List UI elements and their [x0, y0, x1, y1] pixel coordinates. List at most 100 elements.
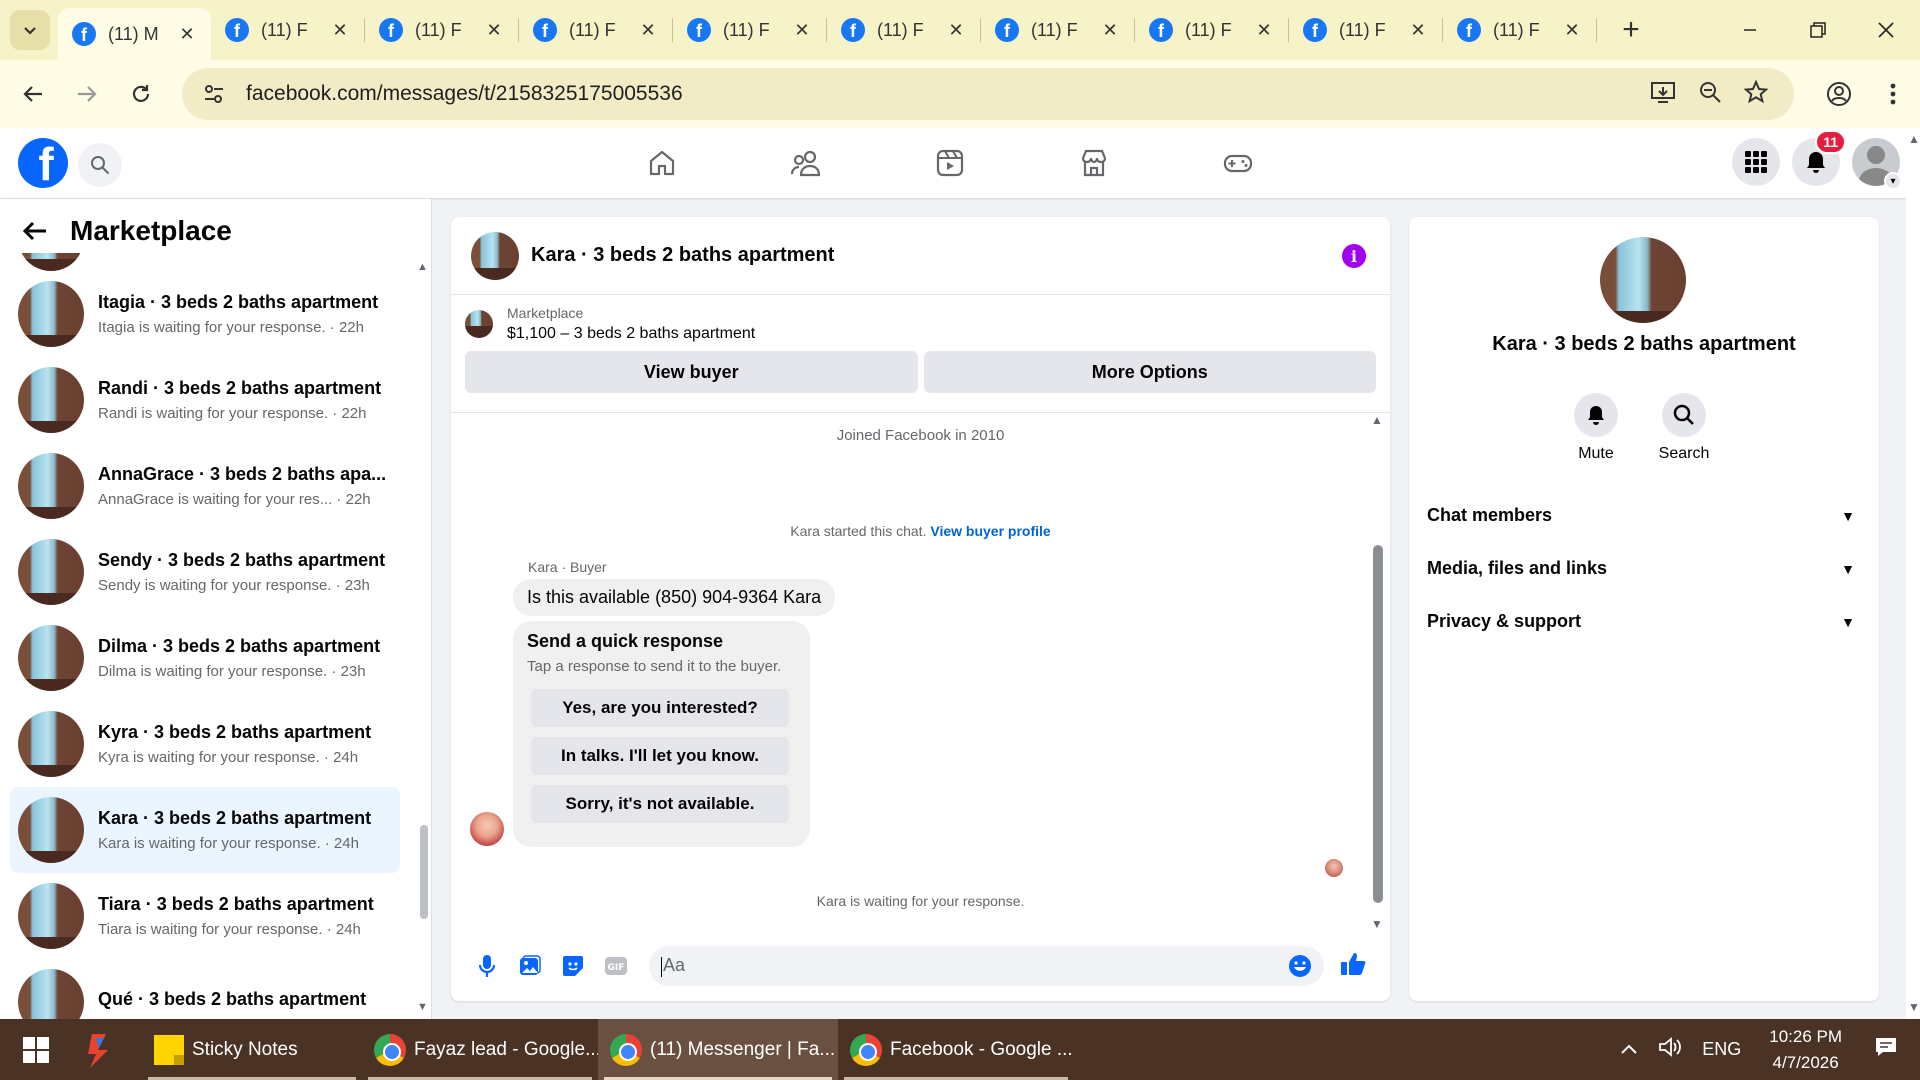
sender-avatar[interactable] — [470, 812, 504, 846]
zoom-icon[interactable] — [1698, 80, 1722, 109]
conversation-item[interactable]: Randi · 3 beds 2 baths apartment Randi i… — [10, 357, 400, 443]
view-buyer-button[interactable]: View buyer — [465, 351, 918, 393]
new-tab-button[interactable]: + — [1613, 13, 1649, 47]
chat-scrollbar[interactable]: ▲ ▼ — [1370, 413, 1384, 937]
like-button[interactable] — [1340, 951, 1366, 982]
browser-tab[interactable]: f (11) F ✕ — [519, 0, 672, 60]
close-icon[interactable]: ✕ — [792, 20, 812, 41]
nav-home[interactable] — [590, 128, 734, 198]
close-icon[interactable]: ✕ — [1562, 20, 1582, 41]
scroll-up-arrow-icon[interactable]: ▲ — [1371, 413, 1383, 427]
taskbar-sticky-notes[interactable]: Sticky Notes — [142, 1019, 362, 1080]
conversation-item[interactable]: Qué · 3 beds 2 baths apartment — [10, 959, 400, 1019]
profile-icon[interactable] — [1812, 81, 1866, 107]
close-icon[interactable]: ✕ — [1254, 20, 1274, 41]
mute-button[interactable]: Mute — [1574, 393, 1618, 463]
back-arrow-icon[interactable] — [22, 220, 48, 242]
conversation-item[interactable]: Kyra · 3 beds 2 baths apartment Kyra is … — [10, 701, 400, 787]
scroll-down-arrow-icon[interactable]: ▼ — [417, 1001, 428, 1013]
browser-tab-messenger[interactable]: f (11) M ✕ — [58, 8, 211, 60]
pinned-app[interactable] — [72, 1019, 126, 1080]
sidebar-scrollbar[interactable]: ▲ ▼ — [417, 259, 429, 1019]
quick-reply-button[interactable]: Yes, are you interested? — [531, 689, 789, 727]
notification-center-icon[interactable] — [1860, 1036, 1920, 1063]
section-media-files-links[interactable]: Media, files and links ▼ — [1409, 542, 1879, 595]
scrollbar-thumb[interactable] — [420, 825, 428, 919]
conversation-item[interactable]: Itagia · 3 beds 2 baths apartment Itagia… — [10, 271, 400, 357]
nav-gaming[interactable] — [1166, 128, 1310, 198]
scroll-up-arrow-icon[interactable]: ▲ — [417, 261, 428, 273]
speaker-icon[interactable] — [1648, 1036, 1692, 1063]
conversation-item-selected[interactable]: Kara · 3 beds 2 baths apartment Kara is … — [10, 787, 400, 873]
listing-small-thumbnail[interactable] — [465, 310, 493, 338]
close-icon[interactable]: ✕ — [484, 20, 504, 41]
close-icon[interactable]: ✕ — [638, 20, 658, 41]
close-icon[interactable]: ✕ — [1100, 20, 1120, 41]
taskbar-chrome-window-active[interactable]: (11) Messenger | Fa... — [598, 1019, 838, 1080]
reload-button[interactable] — [114, 67, 168, 121]
info-icon[interactable]: i — [1342, 244, 1366, 268]
browser-tab[interactable]: f (11) F ✕ — [827, 0, 980, 60]
browser-tab[interactable]: f (11) F ✕ — [673, 0, 826, 60]
section-chat-members[interactable]: Chat members ▼ — [1409, 489, 1879, 542]
close-icon[interactable]: ✕ — [177, 24, 197, 45]
minimize-button[interactable] — [1716, 0, 1784, 60]
url-text[interactable]: facebook.com/messages/t/2158325175005536 — [246, 82, 1650, 106]
menu-grid-button[interactable] — [1732, 138, 1780, 186]
emoji-icon[interactable] — [1288, 954, 1312, 978]
close-icon[interactable]: ✕ — [946, 20, 966, 41]
quick-reply-button[interactable]: Sorry, it's not available. — [531, 785, 789, 823]
taskbar-chrome-window[interactable]: Facebook - Google ... — [838, 1019, 1074, 1080]
chevron-down-icon[interactable]: ▾ — [1884, 172, 1902, 190]
browser-tab[interactable]: f (11) F ✕ — [1443, 0, 1596, 60]
scroll-down-arrow-icon[interactable]: ▼ — [1371, 917, 1383, 931]
start-button[interactable] — [0, 1019, 72, 1080]
scroll-up-arrow-icon[interactable]: ▲ — [1908, 132, 1920, 146]
bookmark-star-icon[interactable] — [1743, 78, 1769, 109]
page-scrollbar[interactable]: ▲ ▼ — [1906, 128, 1920, 1019]
close-icon[interactable]: ✕ — [330, 20, 350, 41]
notifications-button[interactable]: 11 — [1792, 130, 1846, 186]
facebook-search-button[interactable] — [78, 143, 122, 187]
gif-button[interactable]: GIF — [594, 956, 637, 976]
forward-button[interactable] — [60, 67, 114, 121]
scroll-down-arrow-icon[interactable]: ▼ — [1908, 1000, 1920, 1014]
language-indicator[interactable]: ENG — [1692, 1039, 1751, 1060]
conversation-item[interactable]: Sendy · 3 beds 2 baths apartment Sendy i… — [10, 529, 400, 615]
conversation-item[interactable]: Tiara · 3 beds 2 baths apartment Tiara i… — [10, 873, 400, 959]
chevron-up-icon[interactable] — [1610, 1039, 1648, 1060]
sticker-button[interactable] — [551, 955, 594, 977]
browser-tab[interactable]: f (11) F ✕ — [1135, 0, 1288, 60]
more-options-button[interactable]: More Options — [923, 351, 1376, 393]
nav-marketplace[interactable] — [1022, 128, 1166, 198]
close-window-button[interactable] — [1852, 0, 1920, 60]
conversation-item[interactable]: Dilma · 3 beds 2 baths apartment Dilma i… — [10, 615, 400, 701]
tab-search-button[interactable] — [10, 10, 50, 50]
conversation-item[interactable]: AnnaGrace · 3 beds 2 baths apa... AnnaGr… — [10, 443, 400, 529]
chat-listing-thumbnail[interactable] — [471, 231, 519, 280]
nav-friends[interactable] — [734, 128, 878, 198]
browser-tab[interactable]: f (11) F ✕ — [365, 0, 518, 60]
listing-price[interactable]: $1,100 – 3 beds 2 baths apartment — [507, 325, 755, 343]
chat-title[interactable]: Kara · 3 beds 2 baths apartment — [531, 244, 834, 267]
back-button[interactable] — [6, 67, 60, 121]
voice-clip-button[interactable] — [465, 954, 508, 978]
quick-reply-button[interactable]: In talks. I'll let you know. — [531, 737, 789, 775]
address-bar[interactable]: facebook.com/messages/t/2158325175005536 — [182, 68, 1794, 120]
browser-tab[interactable]: f (11) F ✕ — [1289, 0, 1442, 60]
browser-tab[interactable]: f (11) F ✕ — [981, 0, 1134, 60]
nav-video[interactable] — [878, 128, 1022, 198]
restore-button[interactable] — [1784, 0, 1852, 60]
site-info-button[interactable] — [190, 83, 238, 105]
info-listing-thumbnail[interactable] — [1600, 237, 1686, 323]
message-bubble[interactable]: Is this available (850) 904-9364 Kara — [513, 579, 836, 616]
clock[interactable]: 10:26 PM 4/7/2026 — [1751, 1024, 1860, 1076]
taskbar-chrome-window[interactable]: Fayaz lead - Google... — [362, 1019, 601, 1080]
install-app-icon[interactable] — [1650, 80, 1676, 109]
kebab-menu-icon[interactable] — [1866, 82, 1920, 106]
message-input[interactable]: Aa — [649, 946, 1324, 986]
attach-photo-button[interactable] — [508, 955, 551, 977]
view-buyer-profile-link[interactable]: View buyer profile — [930, 523, 1050, 539]
search-in-conversation-button[interactable]: Search — [1659, 393, 1709, 463]
scrollbar-thumb[interactable] — [1373, 545, 1383, 903]
